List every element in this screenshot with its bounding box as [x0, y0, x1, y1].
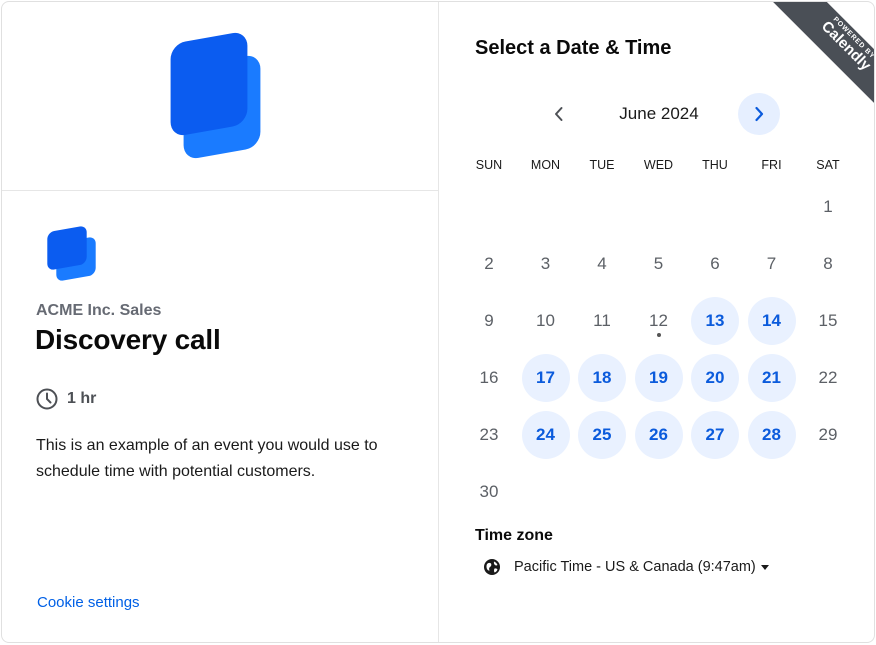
calendar-day: 29 [818, 425, 838, 444]
calendar-day-available[interactable]: 17 [521, 354, 570, 402]
weekday-tue: TUE [589, 158, 615, 172]
organization-name: ACME Inc. Sales [36, 302, 162, 319]
calendar-day: 6 [710, 254, 720, 273]
weekday-sat: SAT [816, 158, 840, 172]
calendar-day: 7 [766, 254, 777, 273]
calendar-day: 16 [479, 368, 499, 387]
calendar-day: 1 [823, 197, 833, 216]
timezone-select[interactable]: Pacific Time - US & Canada (9:47am) [483, 556, 769, 578]
event-logo-icon [47, 226, 96, 281]
caret-down-icon [760, 564, 769, 570]
calendar-days-grid: 1 2 3 4 5 6 7 8 9 10 11 12 13 14 15 16 17 18 19 20 21 22 23 24 2… [461, 177, 861, 522]
calendar-day-available[interactable]: 18 [578, 354, 626, 402]
booking-card: ACME Inc. Sales Discovery call 1 hr This… [1, 1, 875, 643]
calendar-day: 12 [635, 297, 683, 345]
calendar-day-available[interactable]: 26 [634, 411, 683, 459]
calendar-day-available[interactable]: 28 [747, 411, 796, 459]
duration-label: 1 hr [67, 390, 97, 407]
calendar-day: 4 [597, 254, 607, 273]
company-logo-area [2, 2, 439, 191]
calendar-day: 30 [479, 482, 499, 501]
event-duration: 1 hr [36, 387, 96, 411]
chevron-left-icon [555, 107, 563, 121]
weekday-fri: FRI [761, 158, 782, 172]
calendar-day: 9 [484, 311, 494, 330]
today-indicator-dot [656, 333, 661, 337]
scheduler-heading: Select a Date & Time [475, 37, 672, 59]
previous-month-button[interactable] [539, 94, 579, 134]
calendar-day: 2 [484, 254, 494, 273]
globe-icon [484, 559, 500, 575]
event-title: Discovery call [35, 324, 221, 355]
calendar-day-available[interactable]: 19 [634, 354, 683, 402]
cookie-settings-link[interactable]: Cookie settings [37, 594, 140, 611]
next-month-button[interactable] [738, 93, 780, 135]
calendar-day-available[interactable]: 20 [691, 354, 739, 402]
calendar-day-available[interactable]: 25 [578, 411, 626, 459]
calendar-day-available[interactable]: 14 [747, 297, 796, 345]
event-description: This is an example of an event you would… [36, 437, 378, 480]
chevron-right-icon [755, 106, 764, 122]
clock-icon [36, 388, 58, 410]
calendar-day: 8 [823, 254, 833, 273]
company-logo [170, 32, 261, 159]
calendar-day: 11 [593, 311, 611, 330]
weekday-mon: MON [530, 158, 561, 172]
calendar-day-available[interactable]: 24 [521, 411, 570, 459]
calendar-day: 10 [536, 311, 555, 330]
calendar-day: 15 [818, 311, 838, 330]
calendar-day-available[interactable]: 13 [691, 297, 739, 345]
calendar-day: 5 [653, 254, 664, 273]
timezone-value: Pacific Time - US & Canada (9:47am) [514, 559, 756, 575]
calendar-day-available[interactable]: 21 [747, 354, 796, 402]
current-month: June 2024 [619, 104, 699, 123]
calendar-day: 22 [818, 368, 838, 387]
weekday-sun: SUN [475, 158, 503, 172]
weekday-thu: THU [702, 158, 728, 172]
timezone-label: Time zone [475, 527, 553, 544]
event-details-panel: ACME Inc. Sales Discovery call 1 hr This… [2, 2, 439, 642]
month-navigation: June 2024 [439, 92, 874, 136]
calendar-day: 3 [540, 254, 551, 273]
scheduler-panel: Select a Date & Time POWERED BY Calendly… [439, 2, 874, 642]
calendar-day-available[interactable]: 27 [691, 411, 739, 459]
calendar-day: 23 [479, 425, 499, 444]
weekday-wed: WED [643, 158, 674, 172]
